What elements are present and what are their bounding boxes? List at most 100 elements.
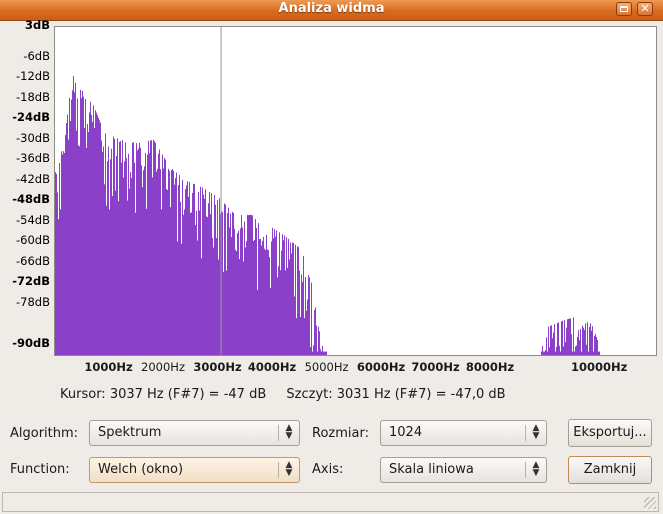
spectrum-bar — [186, 185, 187, 355]
spectrum-bar — [68, 139, 69, 355]
spectrum-bar — [224, 203, 225, 355]
spectrum-bar — [185, 189, 186, 355]
y-tick-label: -48dB — [12, 192, 50, 207]
spectrum-bar — [162, 154, 163, 355]
readout: Kursor: 3037 Hz (F#7) = -47 dB Szczyt: 3… — [60, 387, 522, 402]
spectrum-bar — [129, 188, 130, 355]
spectrum-bar — [159, 149, 160, 355]
spectrum-bar — [303, 255, 304, 355]
resize-grip-icon[interactable] — [644, 497, 656, 509]
spectrum-bar — [166, 189, 167, 355]
close-icon[interactable] — [637, 2, 653, 16]
size-select[interactable]: 1024 ▲ ▼ — [380, 420, 547, 446]
close-button[interactable]: Zamknij — [568, 456, 652, 484]
spectrum-bar — [169, 170, 170, 355]
spectrum-bar — [285, 270, 286, 355]
spectrum-bar — [275, 236, 276, 355]
maximize-icon[interactable] — [616, 2, 632, 16]
spectrum-bar — [65, 135, 66, 355]
spectrum-bar — [64, 153, 65, 355]
spectrum-bar — [216, 238, 217, 355]
spectrum-bar — [240, 228, 241, 355]
size-label: Rozmiar: — [312, 426, 369, 441]
spectrum-bar — [204, 198, 205, 355]
spectrum-bar — [120, 141, 121, 355]
spectrum-bar — [564, 320, 565, 355]
function-select[interactable]: Welch (okno) ▲ ▼ — [89, 457, 300, 483]
spectrum-bar — [230, 213, 231, 355]
spectrum-bar — [597, 340, 598, 355]
spectrum-bar — [151, 140, 152, 355]
export-button[interactable]: Eksportuj... — [568, 419, 652, 447]
spectrum-bar — [157, 168, 158, 355]
spectrum-bar — [324, 351, 325, 355]
spectrum-bar — [149, 153, 150, 355]
spectrum-bar — [168, 168, 169, 355]
spectrum-bar — [96, 112, 97, 355]
spectrum-bar — [573, 317, 574, 355]
spectrum-bar — [321, 351, 322, 355]
spectrum-bar — [212, 237, 213, 355]
algorithm-select[interactable]: Spektrum ▲ ▼ — [89, 420, 300, 446]
y-tick-label: -60dB — [16, 233, 50, 248]
spectrum-bar — [312, 351, 313, 355]
x-tick-label: 3000Hz — [193, 360, 242, 374]
spectrum-bar — [100, 122, 101, 355]
x-tick-label: 10000Hz — [570, 360, 628, 374]
spectrum-chart — [55, 27, 600, 355]
spectrum-bar — [207, 217, 208, 355]
spectrum-bar — [229, 227, 230, 355]
y-tick-label: -12dB — [16, 69, 50, 84]
spectrum-bar — [284, 235, 285, 355]
spectrum-bar — [116, 155, 117, 355]
updown-chevron-icon: ▲ ▼ — [532, 460, 540, 478]
spectrum-bar — [552, 338, 553, 355]
axis-select[interactable]: Skala liniowa ▲ ▼ — [380, 457, 547, 483]
spectrum-bar — [143, 170, 144, 355]
function-label: Function: — [10, 462, 70, 477]
spectrum-plot[interactable] — [54, 26, 657, 356]
spectrum-bar — [215, 204, 216, 355]
spectrum-bar — [254, 239, 255, 355]
spectrum-bar — [59, 163, 60, 355]
spectrum-bar — [134, 162, 135, 355]
spectrum-bar — [572, 351, 573, 355]
spectrum-bar — [289, 259, 290, 355]
spectrum-bar — [294, 296, 295, 355]
spectrum-bar — [598, 351, 599, 355]
spectrum-bar — [579, 340, 580, 355]
spectrum-bar — [98, 117, 99, 355]
x-tick-label: 7000Hz — [411, 360, 460, 374]
spectrum-bar — [75, 82, 76, 355]
spectrum-bar — [599, 351, 600, 355]
spectrum-bar — [106, 205, 107, 355]
spectrum-bar — [145, 152, 146, 355]
spectrum-bar — [243, 261, 244, 355]
spectrum-bar — [317, 351, 318, 355]
spectrum-bar — [557, 322, 558, 355]
spectrum-bar — [155, 142, 156, 355]
x-tick-label: 2000Hz — [141, 360, 185, 374]
title-bar: Analiza widma — [0, 0, 663, 21]
spectrum-bar — [558, 322, 559, 355]
spectrum-bar — [247, 214, 248, 355]
spectrum-bar — [88, 132, 89, 355]
spectrum-bar — [575, 346, 576, 355]
spectrum-bar — [142, 187, 143, 355]
spectrum-bar — [84, 127, 85, 355]
spectrum-bar — [236, 251, 237, 355]
spectrum-bar — [136, 143, 137, 355]
y-tick-label: -72dB — [12, 274, 50, 289]
spectrum-bar — [113, 136, 114, 355]
spectrum-bar — [322, 346, 323, 355]
spectrum-bar — [146, 208, 147, 355]
spectrum-bar — [308, 275, 309, 355]
spectrum-bar — [97, 115, 98, 355]
axis-value: Skala liniowa — [389, 462, 474, 477]
spectrum-bar — [259, 239, 260, 355]
spectrum-bar — [203, 194, 204, 355]
spectrum-bar — [208, 203, 209, 355]
spectrum-bar — [138, 148, 139, 355]
spectrum-bar — [128, 153, 129, 355]
spectrum-bar — [123, 177, 124, 355]
